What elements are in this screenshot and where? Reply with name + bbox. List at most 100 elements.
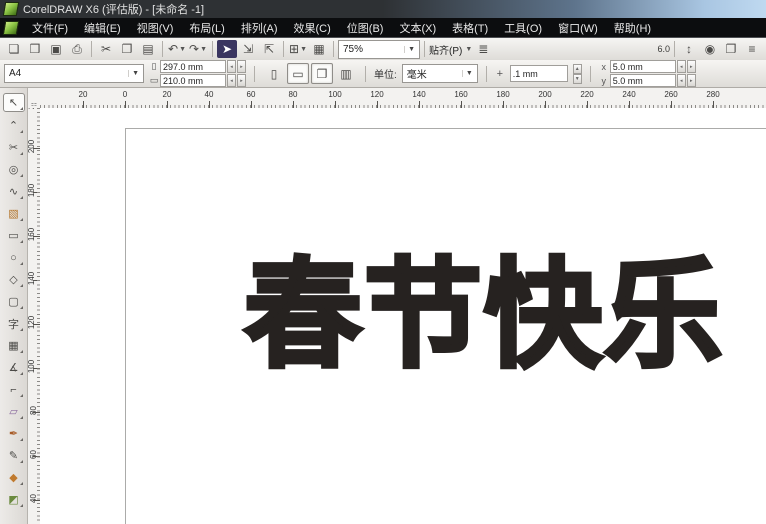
- snap-control[interactable]: 贴齐(P) ▼: [429, 42, 472, 57]
- menu-item-编辑(E)[interactable]: 编辑(E): [76, 18, 129, 38]
- color-eyedropper-tool-icon: ✒: [9, 427, 18, 440]
- units-value: 毫米: [407, 66, 427, 81]
- ellipse-tool[interactable]: ○: [4, 249, 24, 266]
- paste-icon[interactable]: ▤: [138, 40, 158, 58]
- table-tool-icon: ▦: [8, 339, 18, 352]
- fill-tool[interactable]: ◆: [4, 469, 24, 486]
- search-content-icon-glyph: ➤: [222, 42, 232, 56]
- nudge-offset-field[interactable]: .1 mm: [510, 65, 568, 82]
- page-sorter-icon[interactable]: ▥: [335, 63, 357, 84]
- zoom-level-select[interactable]: 75% ▼: [338, 40, 420, 59]
- freehand-tool[interactable]: ∿: [4, 183, 24, 200]
- ruler-tick: [419, 101, 420, 108]
- pick-tool[interactable]: ↖: [3, 93, 25, 112]
- cut-icon[interactable]: ✂: [96, 40, 116, 58]
- snap-options-icon[interactable]: ◉: [700, 40, 720, 58]
- page-width-spin-up[interactable]: ▸: [237, 60, 246, 73]
- print-icon[interactable]: ⎙: [67, 40, 87, 58]
- zoom-tool[interactable]: ◎: [4, 161, 24, 178]
- menu-item-帮助(H)[interactable]: 帮助(H): [606, 18, 659, 38]
- paper-preset-select[interactable]: A4 ▼: [4, 64, 144, 83]
- headline-text[interactable]: 春节快乐: [244, 256, 766, 374]
- more-options-icon[interactable]: ≡: [742, 40, 762, 58]
- toolbar-separator: [283, 41, 284, 57]
- text-tool[interactable]: 字: [4, 315, 24, 332]
- save-icon[interactable]: ▣: [46, 40, 66, 58]
- connector-tool[interactable]: ⌐: [4, 381, 24, 398]
- options-glyph: ≣: [478, 42, 488, 56]
- ruler-label: 40: [205, 90, 214, 99]
- polygon-tool[interactable]: ◇: [4, 271, 24, 288]
- outline-pen-tool[interactable]: ✎: [4, 447, 24, 464]
- drawing-canvas[interactable]: 春节快乐: [40, 108, 766, 524]
- export-icon[interactable]: ⇱: [259, 40, 279, 58]
- duplicate-y-spin-up[interactable]: ▸: [687, 74, 696, 87]
- snap-label: 贴齐(P): [429, 42, 462, 57]
- blend-tool[interactable]: ▱: [4, 403, 24, 420]
- menu-item-窗口(W)[interactable]: 窗口(W): [550, 18, 606, 38]
- application-launcher-icon[interactable]: ⊞▼: [288, 40, 308, 58]
- import-icon[interactable]: ⇲: [238, 40, 258, 58]
- page-height-icon: ▭: [149, 75, 159, 86]
- search-content-icon[interactable]: ➤: [217, 40, 237, 58]
- dimension-tool[interactable]: ∡: [4, 359, 24, 376]
- duplicate-x-spin-up[interactable]: ▸: [687, 60, 696, 73]
- new-document-icon[interactable]: ❏: [4, 40, 24, 58]
- duplicate-y-field[interactable]: 5.0 mm: [610, 74, 676, 87]
- table-tool[interactable]: ▦: [4, 337, 24, 354]
- page-width-spin-down[interactable]: ◂: [227, 60, 236, 73]
- duplicate-x-spin-down[interactable]: ◂: [677, 60, 686, 73]
- menu-item-布局(L)[interactable]: 布局(L): [181, 18, 232, 38]
- menu-item-文件(F)[interactable]: 文件(F): [24, 18, 76, 38]
- units-select[interactable]: 毫米 ▼: [402, 64, 478, 83]
- portrait-icon[interactable]: ▯: [263, 63, 285, 84]
- ruler-label: 100: [328, 90, 341, 99]
- basic-shapes-tool[interactable]: ▢: [4, 293, 24, 310]
- window-sorter-icon[interactable]: ❐: [721, 40, 741, 58]
- menu-item-文本(X)[interactable]: 文本(X): [391, 18, 444, 38]
- ruler-label: 100: [28, 360, 36, 373]
- menu-item-工具(O)[interactable]: 工具(O): [496, 18, 550, 38]
- menu-item-排列(A)[interactable]: 排列(A): [233, 18, 286, 38]
- ruler-guides-icon[interactable]: ↕: [679, 40, 699, 58]
- ruler-guides-icon-glyph: ↕: [686, 42, 692, 56]
- undo-icon[interactable]: ↶▼: [167, 40, 187, 58]
- paper-preset-value: A4: [9, 68, 21, 79]
- shape-tool[interactable]: ⌃: [4, 117, 24, 134]
- snap-options-icon-glyph: ◉: [705, 42, 715, 56]
- ruler-label: 280: [706, 90, 719, 99]
- open-icon[interactable]: ❒: [25, 40, 45, 58]
- ruler-tick: [33, 236, 40, 237]
- chevron-down-icon[interactable]: ▼: [300, 46, 307, 53]
- page-height-spin-up[interactable]: ▸: [237, 74, 246, 87]
- duplicate-x-icon: x: [599, 62, 609, 72]
- ruler-label: 0: [123, 90, 127, 99]
- smart-fill-tool[interactable]: ▧: [4, 205, 24, 222]
- menu-item-视图(V)[interactable]: 视图(V): [129, 18, 182, 38]
- options-icon[interactable]: ≣: [473, 40, 493, 58]
- page-height-spin-down[interactable]: ◂: [227, 74, 236, 87]
- duplicate-y-spin-down[interactable]: ◂: [677, 74, 686, 87]
- all-pages-icon[interactable]: ❐: [311, 63, 333, 84]
- menu-item-效果(C)[interactable]: 效果(C): [286, 18, 339, 38]
- page-width-field[interactable]: 297.0 mm: [160, 60, 226, 73]
- chevron-down-icon[interactable]: ▼: [200, 46, 207, 53]
- redo-icon[interactable]: ↷▼: [188, 40, 208, 58]
- nudge-spinner[interactable]: ▲▼: [573, 64, 582, 84]
- welcome-screen-icon[interactable]: ▦: [309, 40, 329, 58]
- duplicate-x-field[interactable]: 5.0 mm: [610, 60, 676, 73]
- interactive-fill-tool[interactable]: ◩: [4, 491, 24, 508]
- copy-icon[interactable]: ❐: [117, 40, 137, 58]
- color-eyedropper-tool[interactable]: ✒: [4, 425, 24, 442]
- menu-item-位图(B)[interactable]: 位图(B): [339, 18, 392, 38]
- crop-tool[interactable]: ✂: [4, 139, 24, 156]
- horizontal-ruler[interactable]: 2002040608010012014016018020022024026028…: [40, 88, 766, 109]
- page-height-field[interactable]: 210.0 mm: [160, 74, 226, 87]
- save-icon-glyph: ▣: [50, 42, 61, 56]
- chevron-down-icon[interactable]: ▼: [179, 46, 186, 53]
- menu-item-表格(T)[interactable]: 表格(T): [444, 18, 496, 38]
- landscape-icon[interactable]: ▭: [287, 63, 309, 84]
- rectangle-tool[interactable]: ▭: [4, 227, 24, 244]
- ruler-tick: [125, 101, 126, 108]
- ruler-tick: [587, 101, 588, 108]
